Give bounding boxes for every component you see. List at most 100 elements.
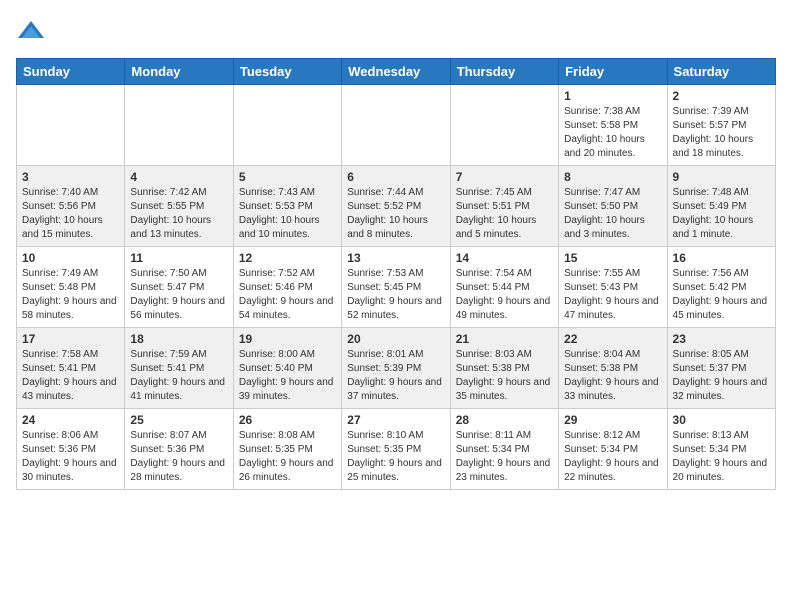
day-number: 1 (564, 89, 661, 103)
weekday-header-monday: Monday (125, 59, 233, 85)
calendar-header: SundayMondayTuesdayWednesdayThursdayFrid… (17, 59, 776, 85)
day-info: Sunrise: 7:47 AM Sunset: 5:50 PM Dayligh… (564, 186, 661, 242)
calendar-cell: 12 Sunrise: 7:52 AM Sunset: 5:46 PM Dayli… (233, 247, 341, 328)
calendar-cell: 6 Sunrise: 7:44 AM Sunset: 5:52 PM Daylig… (342, 166, 450, 247)
day-info: Sunrise: 7:40 AM Sunset: 5:56 PM Dayligh… (22, 186, 119, 242)
calendar-cell: 21Sunrise: 8:03 AM Sunset: 5:38 PM Dayli… (450, 328, 558, 409)
calendar-week-row: 24 Sunrise: 8:06 AM Sunset: 5:36 PM Dayli… (17, 409, 776, 490)
calendar-week-row: 3 Sunrise: 7:40 AM Sunset: 5:56 PM Daylig… (17, 166, 776, 247)
calendar-cell: 25 Sunrise: 8:07 AM Sunset: 5:36 PM Dayli… (125, 409, 233, 490)
day-info: Sunrise: 7:44 AM Sunset: 5:52 PM Dayligh… (347, 186, 444, 242)
calendar-cell: 19 Sunrise: 8:00 AM Sunset: 5:40 PM Dayli… (233, 328, 341, 409)
day-info: Sunrise: 8:11 AM Sunset: 5:34 PM Dayligh… (456, 429, 553, 485)
calendar-cell: 28 Sunrise: 8:11 AM Sunset: 5:34 PM Dayli… (450, 409, 558, 490)
day-number: 2 (673, 89, 770, 103)
calendar-cell: 18 Sunrise: 7:59 AM Sunset: 5:41 PM Dayli… (125, 328, 233, 409)
day-number: 25 (130, 413, 227, 427)
day-info: Sunrise: 7:48 AM Sunset: 5:49 PM Dayligh… (673, 186, 770, 242)
day-number: 11 (130, 251, 227, 265)
day-number: 12 (239, 251, 336, 265)
logo-icon (16, 16, 46, 46)
calendar-cell: 9 Sunrise: 7:48 AM Sunset: 5:49 PM Daylig… (667, 166, 775, 247)
day-info: Sunrise: 7:50 AM Sunset: 5:47 PM Dayligh… (130, 267, 227, 323)
day-info: Sunrise: 8:07 AM Sunset: 5:36 PM Dayligh… (130, 429, 227, 485)
calendar-cell: 27 Sunrise: 8:10 AM Sunset: 5:35 PM Dayli… (342, 409, 450, 490)
day-info: Sunrise: 7:39 AM Sunset: 5:57 PM Dayligh… (673, 105, 770, 161)
day-number: 8 (564, 170, 661, 184)
day-number: 5 (239, 170, 336, 184)
day-info: Sunrise: 7:59 AM Sunset: 5:41 PM Dayligh… (130, 348, 227, 404)
calendar-cell: 2 Sunrise: 7:39 AM Sunset: 5:57 PM Daylig… (667, 85, 775, 166)
calendar-cell (125, 85, 233, 166)
weekday-header-friday: Friday (559, 59, 667, 85)
day-info: Sunrise: 7:43 AM Sunset: 5:53 PM Dayligh… (239, 186, 336, 242)
day-number: 10 (22, 251, 119, 265)
day-number: 9 (673, 170, 770, 184)
day-number: 20 (347, 332, 444, 346)
day-number: 15 (564, 251, 661, 265)
day-info: Sunrise: 7:53 AM Sunset: 5:45 PM Dayligh… (347, 267, 444, 323)
day-info: Sunrise: 7:49 AM Sunset: 5:48 PM Dayligh… (22, 267, 119, 323)
day-number: 29 (564, 413, 661, 427)
day-number: 21 (456, 332, 553, 346)
day-info: Sunrise: 8:08 AM Sunset: 5:35 PM Dayligh… (239, 429, 336, 485)
day-number: 17 (22, 332, 119, 346)
calendar-cell: 23Sunrise: 8:05 AM Sunset: 5:37 PM Dayli… (667, 328, 775, 409)
calendar-body: 1 Sunrise: 7:38 AM Sunset: 5:58 PM Daylig… (17, 85, 776, 490)
weekday-header-row: SundayMondayTuesdayWednesdayThursdayFrid… (17, 59, 776, 85)
day-info: Sunrise: 8:00 AM Sunset: 5:40 PM Dayligh… (239, 348, 336, 404)
day-info: Sunrise: 7:58 AM Sunset: 5:41 PM Dayligh… (22, 348, 119, 404)
day-info: Sunrise: 8:01 AM Sunset: 5:39 PM Dayligh… (347, 348, 444, 404)
calendar-cell: 10 Sunrise: 7:49 AM Sunset: 5:48 PM Dayli… (17, 247, 125, 328)
day-info: Sunrise: 8:13 AM Sunset: 5:34 PM Dayligh… (673, 429, 770, 485)
day-info: Sunrise: 7:52 AM Sunset: 5:46 PM Dayligh… (239, 267, 336, 323)
day-number: 13 (347, 251, 444, 265)
day-number: 6 (347, 170, 444, 184)
calendar-cell: 11 Sunrise: 7:50 AM Sunset: 5:47 PM Dayli… (125, 247, 233, 328)
calendar-cell: 16Sunrise: 7:56 AM Sunset: 5:42 PM Dayli… (667, 247, 775, 328)
weekday-header-wednesday: Wednesday (342, 59, 450, 85)
calendar-cell: 13 Sunrise: 7:53 AM Sunset: 5:45 PM Dayli… (342, 247, 450, 328)
day-number: 18 (130, 332, 227, 346)
calendar-week-row: 10 Sunrise: 7:49 AM Sunset: 5:48 PM Dayli… (17, 247, 776, 328)
day-number: 22 (564, 332, 661, 346)
day-info: Sunrise: 7:45 AM Sunset: 5:51 PM Dayligh… (456, 186, 553, 242)
day-info: Sunrise: 7:38 AM Sunset: 5:58 PM Dayligh… (564, 105, 661, 161)
day-number: 7 (456, 170, 553, 184)
day-number: 14 (456, 251, 553, 265)
calendar-cell: 4Sunrise: 7:42 AM Sunset: 5:55 PM Daylig… (125, 166, 233, 247)
day-info: Sunrise: 8:10 AM Sunset: 5:35 PM Dayligh… (347, 429, 444, 485)
day-number: 28 (456, 413, 553, 427)
weekday-header-tuesday: Tuesday (233, 59, 341, 85)
calendar-cell: 20 Sunrise: 8:01 AM Sunset: 5:39 PM Dayli… (342, 328, 450, 409)
day-number: 4 (130, 170, 227, 184)
calendar-cell (17, 85, 125, 166)
day-number: 16 (673, 251, 770, 265)
weekday-header-sunday: Sunday (17, 59, 125, 85)
calendar-week-row: 1 Sunrise: 7:38 AM Sunset: 5:58 PM Daylig… (17, 85, 776, 166)
day-number: 27 (347, 413, 444, 427)
weekday-header-saturday: Saturday (667, 59, 775, 85)
page: SundayMondayTuesdayWednesdayThursdayFrid… (0, 0, 792, 506)
day-number: 26 (239, 413, 336, 427)
day-info: Sunrise: 7:54 AM Sunset: 5:44 PM Dayligh… (456, 267, 553, 323)
calendar-cell (450, 85, 558, 166)
calendar-cell: 29Sunrise: 8:12 AM Sunset: 5:34 PM Dayli… (559, 409, 667, 490)
calendar-cell: 24 Sunrise: 8:06 AM Sunset: 5:36 PM Dayli… (17, 409, 125, 490)
calendar-cell: 30Sunrise: 8:13 AM Sunset: 5:34 PM Dayli… (667, 409, 775, 490)
calendar-week-row: 17 Sunrise: 7:58 AM Sunset: 5:41 PM Dayli… (17, 328, 776, 409)
day-info: Sunrise: 7:55 AM Sunset: 5:43 PM Dayligh… (564, 267, 661, 323)
calendar-cell: 17 Sunrise: 7:58 AM Sunset: 5:41 PM Dayli… (17, 328, 125, 409)
calendar-cell: 8 Sunrise: 7:47 AM Sunset: 5:50 PM Daylig… (559, 166, 667, 247)
calendar-cell: 7 Sunrise: 7:45 AM Sunset: 5:51 PM Daylig… (450, 166, 558, 247)
day-info: Sunrise: 8:06 AM Sunset: 5:36 PM Dayligh… (22, 429, 119, 485)
calendar-cell: 5 Sunrise: 7:43 AM Sunset: 5:53 PM Daylig… (233, 166, 341, 247)
day-number: 23 (673, 332, 770, 346)
weekday-header-thursday: Thursday (450, 59, 558, 85)
calendar-cell: 26 Sunrise: 8:08 AM Sunset: 5:35 PM Dayli… (233, 409, 341, 490)
day-number: 24 (22, 413, 119, 427)
calendar-cell: 15 Sunrise: 7:55 AM Sunset: 5:43 PM Dayli… (559, 247, 667, 328)
day-number: 3 (22, 170, 119, 184)
logo (16, 16, 48, 46)
day-number: 19 (239, 332, 336, 346)
